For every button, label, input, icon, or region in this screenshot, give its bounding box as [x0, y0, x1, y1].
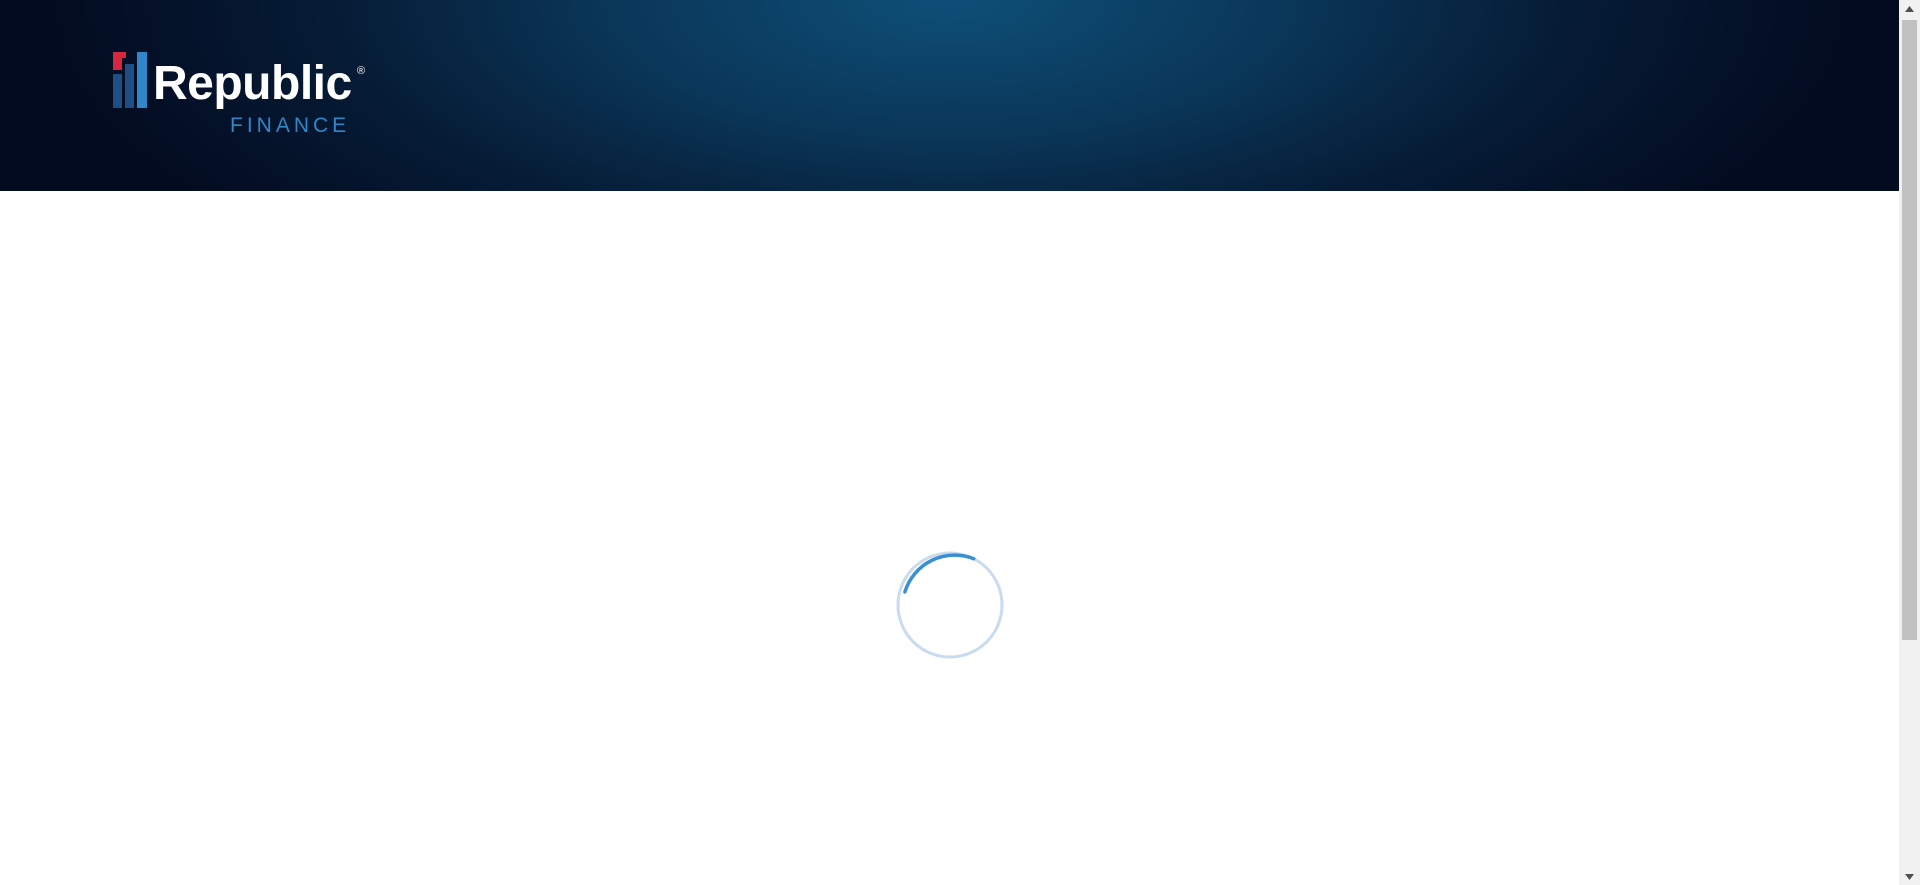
spinner-track	[896, 551, 1004, 659]
spinner-arc	[903, 553, 976, 594]
page: Republic ® FINANCE	[0, 0, 1920, 885]
logo-subtitle: FINANCE	[230, 114, 351, 137]
logo-bars-icon	[113, 52, 147, 108]
main-content: Republic ® FINANCE	[0, 0, 1899, 885]
site-header: Republic ® FINANCE	[0, 0, 1899, 191]
arrow-up-icon	[1905, 5, 1914, 12]
scroll-down-button[interactable]	[1899, 868, 1920, 885]
republic-finance-logo[interactable]: Republic ® FINANCE	[113, 52, 373, 140]
vertical-scrollbar[interactable]	[1899, 0, 1920, 885]
scrollbar-thumb[interactable]	[1902, 20, 1917, 640]
loading-spinner-icon	[896, 551, 1004, 659]
registered-mark: ®	[357, 65, 366, 77]
arrow-down-icon	[1905, 873, 1914, 880]
logo-wordmark: Republic	[153, 57, 352, 110]
scroll-up-button[interactable]	[1899, 0, 1920, 17]
